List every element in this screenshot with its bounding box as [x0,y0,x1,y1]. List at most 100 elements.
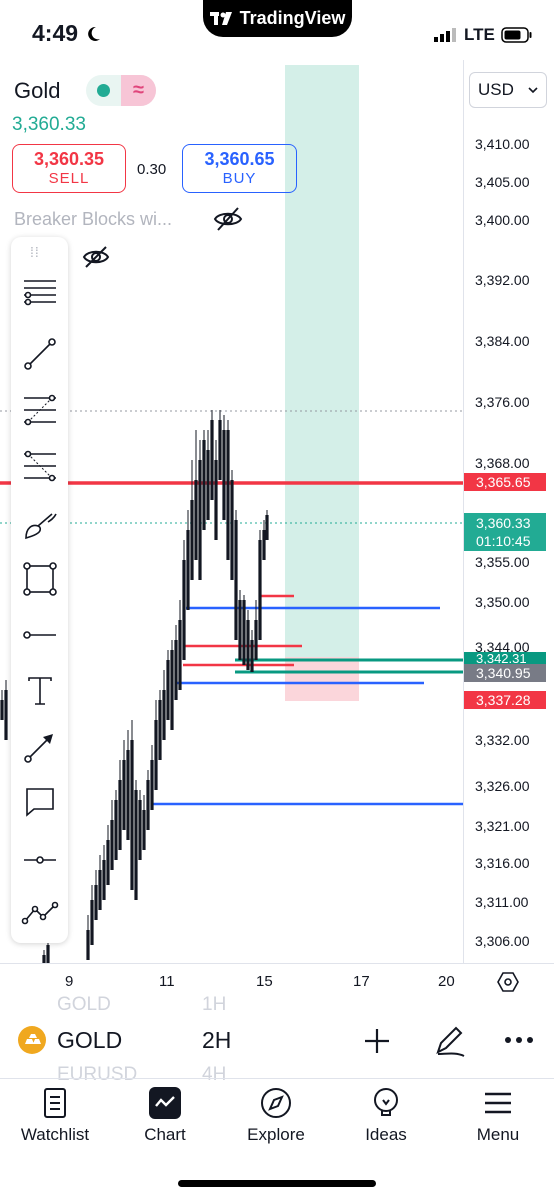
candle-body [4,690,8,740]
compass-icon [261,1088,291,1118]
tab-explore[interactable]: Explore [221,1087,331,1145]
arrow-tool[interactable] [11,725,68,769]
hamburger-icon [485,1092,511,1114]
price-axis-divider [463,60,464,963]
callout-icon [25,788,54,817]
tab-chart-label: Chart [144,1125,186,1144]
tradingview-logo-icon [209,11,232,25]
candle-body [162,690,166,740]
time-label-17: 17 [353,973,370,990]
time-label-9: 9 [65,973,74,990]
candle-body [238,600,242,660]
candle-body [138,800,142,860]
forecast-tool[interactable] [11,892,68,936]
candle-body [46,945,50,963]
candle-body [254,620,258,660]
price-line-tool[interactable] [11,838,68,882]
chart-area[interactable] [0,60,463,963]
price-axis-label: 3,350.00 [475,594,530,610]
tab-ideas[interactable]: Ideas [331,1087,441,1145]
candle-body [226,430,230,560]
interval-selector[interactable]: 2H [202,1027,231,1054]
candle-body [130,740,134,890]
chart-icon [149,1087,181,1119]
symbol-name[interactable]: Gold [14,78,60,104]
home-indicator [178,1180,376,1187]
more-options-icon[interactable] [504,1036,534,1044]
text-tool[interactable] [11,669,68,713]
forecast-icon [21,901,58,925]
candle-body [170,650,174,730]
tab-chart[interactable]: Chart [110,1087,220,1145]
spread-value: 0.30 [137,161,167,178]
market-status-toggle[interactable]: ≈ [86,75,156,106]
symbol-selector[interactable]: GOLD [57,1027,122,1054]
buy-price: 3,360.65 [204,149,275,169]
candle-body [258,540,262,640]
tab-menu-label: Menu [476,1125,520,1144]
currency-selector[interactable]: USD [469,72,547,108]
ghost-symbol-above: GOLD [57,994,111,1012]
horizontal-ray-tool[interactable] [11,613,68,657]
candle-body [222,430,226,520]
add-plus-icon[interactable] [363,1027,391,1055]
price-axis-label: 3,326.00 [475,778,530,794]
time-axis-divider [0,963,554,964]
candle-body [154,720,158,790]
fib-retracement-icon [23,394,56,426]
market-open-dot-icon [97,84,110,97]
sell-button[interactable]: 3,360.35 SELL [12,144,126,193]
drawing-toolbar [11,237,68,943]
toolbar-grip-icon[interactable]: ⁞⁞ [30,244,40,260]
trend-line-tool[interactable] [11,332,68,376]
chevron-down-icon [528,87,538,94]
bar-countdown-timer: 01:10:45 [476,533,531,549]
rectangle-tool[interactable] [11,557,68,601]
watchlist-icon [44,1088,66,1118]
signal-icon [434,28,456,42]
clock-text: 4:49 [32,20,79,46]
candle-body [218,420,222,480]
time-label-15: 15 [256,973,273,990]
brush-tool[interactable] [11,503,68,547]
tab-watchlist[interactable]: Watchlist [0,1087,110,1145]
app-pill-label: TradingView [239,8,346,28]
candle-body [42,955,46,963]
price-axis-label: 3,384.00 [475,333,530,349]
tab-watchlist-label: Watchlist [20,1125,90,1144]
brush-icon [24,513,57,540]
candle-body [98,870,102,910]
callout-tool[interactable] [11,780,68,824]
sell-price: 3,360.35 [33,149,105,169]
price-axis-label: 3,368.00 [475,455,530,471]
draw-pen-icon[interactable] [432,1024,466,1058]
pitchfork-icon [23,450,56,482]
price-axis-label: 3,332.00 [475,732,530,748]
ghost-interval-above: 1H [202,994,227,1012]
fib-retracement-tool[interactable] [11,388,68,432]
candle-body [158,700,162,760]
price-tag-pink: 3,337.28 [464,691,546,709]
price-tag-red: 3,365.65 [464,473,546,491]
candle-body [182,560,186,660]
candle-body [166,660,170,720]
indicator-legend[interactable]: Breaker Blocks wi... [14,209,172,230]
horizontal-lines-icon [23,280,56,306]
arrow-icon [23,734,53,763]
last-price: 3,360.33 [12,114,86,135]
eye-hidden-icon-2[interactable] [82,246,110,268]
eye-hidden-icon[interactable] [213,206,243,232]
time-label-20: 20 [438,973,455,990]
chart-settings-icon[interactable] [497,971,519,993]
price-axis-label: 3,311.00 [475,894,529,910]
buy-button[interactable]: 3,360.65 BUY [182,144,297,193]
pitchfork-tool[interactable] [11,444,68,488]
long-position-stop-zone[interactable] [285,657,359,701]
candle-body [265,515,269,540]
network-label: LTE [464,25,495,44]
price-axis-label: 3,316.00 [475,855,530,871]
horizontal-lines-tool[interactable] [11,270,68,314]
candle-body [94,885,98,920]
tab-menu[interactable]: Menu [443,1087,553,1145]
candle-body [0,700,4,720]
